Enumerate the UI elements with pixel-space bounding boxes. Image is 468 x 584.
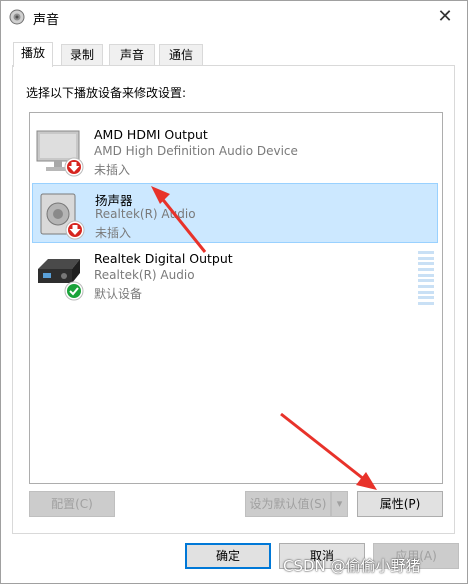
instruction-text: 选择以下播放设备来修改设置: <box>26 86 187 100</box>
tab-sounds[interactable]: 声音 <box>109 44 155 65</box>
watermark: CSDN @偷偷小野猪 <box>283 557 421 575</box>
receiver-icon <box>38 259 84 301</box>
close-button[interactable]: ✕ <box>431 3 459 29</box>
device-status: 未插入 <box>94 163 131 177</box>
device-status: 未插入 <box>95 226 132 240</box>
green-check-badge <box>64 281 84 301</box>
set-default-button[interactable]: 设为默认值(S) <box>245 491 331 517</box>
red-down-arrow-badge <box>64 157 84 177</box>
tab-communications[interactable]: 通信 <box>159 44 203 65</box>
chevron-down-icon: ▾ <box>336 497 343 510</box>
configure-button[interactable]: 配置(C) <box>29 491 115 517</box>
device-name: Realtek Digital Output <box>94 251 233 266</box>
set-default-dropdown-button[interactable]: ▾ <box>331 491 348 517</box>
speaker-icon <box>40 193 85 240</box>
device-status: 默认设备 <box>94 287 143 301</box>
speaker-app-icon <box>9 9 25 25</box>
ok-button[interactable]: 确定 <box>185 543 271 569</box>
title-bar[interactable]: 声音 ✕ <box>1 1 467 33</box>
close-icon: ✕ <box>437 5 453 27</box>
volume-level-meter <box>418 251 434 305</box>
playback-device-list[interactable]: AMD HDMI Output AMD High Definition Audi… <box>29 112 443 484</box>
tab-recording[interactable]: 录制 <box>61 44 103 65</box>
properties-button[interactable]: 属性(P) <box>357 491 443 517</box>
device-description: Realtek(R) Audio <box>95 207 196 221</box>
red-down-arrow-badge <box>65 220 85 240</box>
window-title: 声音 <box>33 13 60 28</box>
playback-panel: 选择以下播放设备来修改设置: AMD HDMI Output AMD High <box>12 65 455 534</box>
tab-playback[interactable]: 播放 <box>13 42 53 67</box>
device-item-speakers[interactable]: 扬声器 Realtek(R) Audio 未插入 <box>32 183 438 243</box>
device-item-amd-hdmi[interactable]: AMD HDMI Output AMD High Definition Audi… <box>32 121 438 181</box>
monitor-icon <box>36 130 84 177</box>
sound-dialog: 声音 ✕ 播放 录制 声音 通信 选择以下播放设备来修改设置: AMD HDMI… <box>0 0 468 584</box>
device-item-digital-output[interactable]: Realtek Digital Output Realtek(R) Audio … <box>32 245 438 305</box>
device-description: AMD High Definition Audio Device <box>94 144 298 158</box>
device-description: Realtek(R) Audio <box>94 268 195 282</box>
device-name: AMD HDMI Output <box>94 127 208 142</box>
